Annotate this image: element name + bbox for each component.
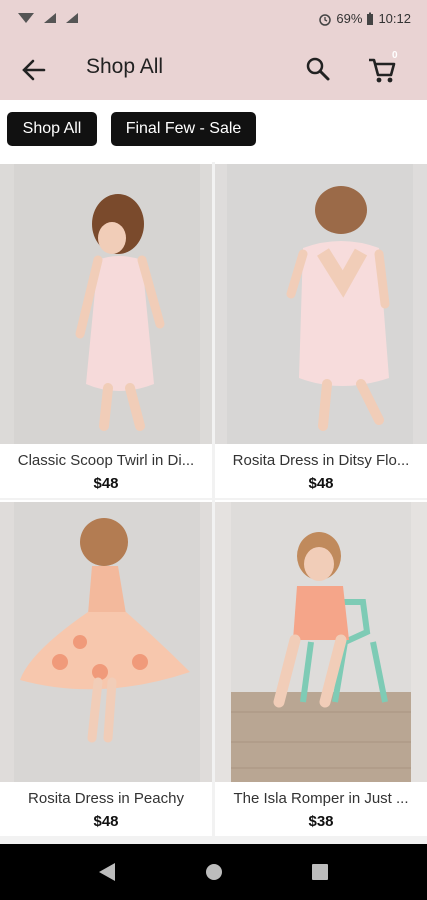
alarm-icon (319, 13, 332, 26)
product-name[interactable]: The Isla Romper in Just ... (223, 790, 419, 807)
product-name[interactable]: Classic Scoop Twirl in Di... (8, 452, 204, 469)
product-price: $48 (308, 475, 334, 492)
product-price: $48 (93, 475, 119, 492)
product-image[interactable] (215, 502, 427, 782)
product-card[interactable]: Rosita Dress in Peachy $48 (0, 500, 212, 836)
product-name[interactable]: Rosita Dress in Peachy (8, 790, 204, 807)
signal-icons (18, 13, 78, 23)
status-right: 69% 10:12 (318, 11, 411, 26)
product-price: $48 (93, 813, 119, 830)
chip-shop-all[interactable]: Shop All (7, 112, 97, 146)
page-title: Shop All (86, 55, 164, 78)
cart-badge: 0 (392, 50, 398, 61)
product-name[interactable]: Rosita Dress in Ditsy Flo... (223, 452, 419, 469)
clock: 10:12 (378, 11, 411, 26)
product-card[interactable]: Rosita Dress in Ditsy Flo... $48 (215, 162, 427, 498)
nav-home-icon[interactable] (204, 862, 224, 882)
search-icon[interactable] (304, 55, 332, 83)
filter-bar: Shop All Final Few - Sale (0, 100, 427, 160)
product-card[interactable]: Classic Scoop Twirl in Di... $48 (0, 162, 212, 498)
product-image[interactable] (215, 164, 427, 444)
product-card[interactable]: The Isla Romper in Just ... $38 (215, 500, 427, 836)
app-bar: Shop All 0 (0, 38, 427, 100)
product-grid: Classic Scoop Twirl in Di... $48 Rosita … (0, 162, 427, 844)
system-nav-bar (0, 844, 427, 900)
product-price: $38 (308, 813, 334, 830)
product-image[interactable] (0, 502, 212, 782)
nav-back-icon[interactable] (97, 861, 117, 883)
battery-percent: 69% (336, 11, 363, 26)
battery-icon (367, 12, 374, 25)
product-image[interactable] (0, 164, 212, 444)
status-left (16, 10, 86, 26)
nav-recents-icon[interactable] (310, 862, 330, 882)
status-bar: 69% 10:12 (0, 0, 427, 38)
chip-final-few-sale[interactable]: Final Few - Sale (111, 112, 256, 146)
back-arrow-icon[interactable] (18, 54, 50, 86)
